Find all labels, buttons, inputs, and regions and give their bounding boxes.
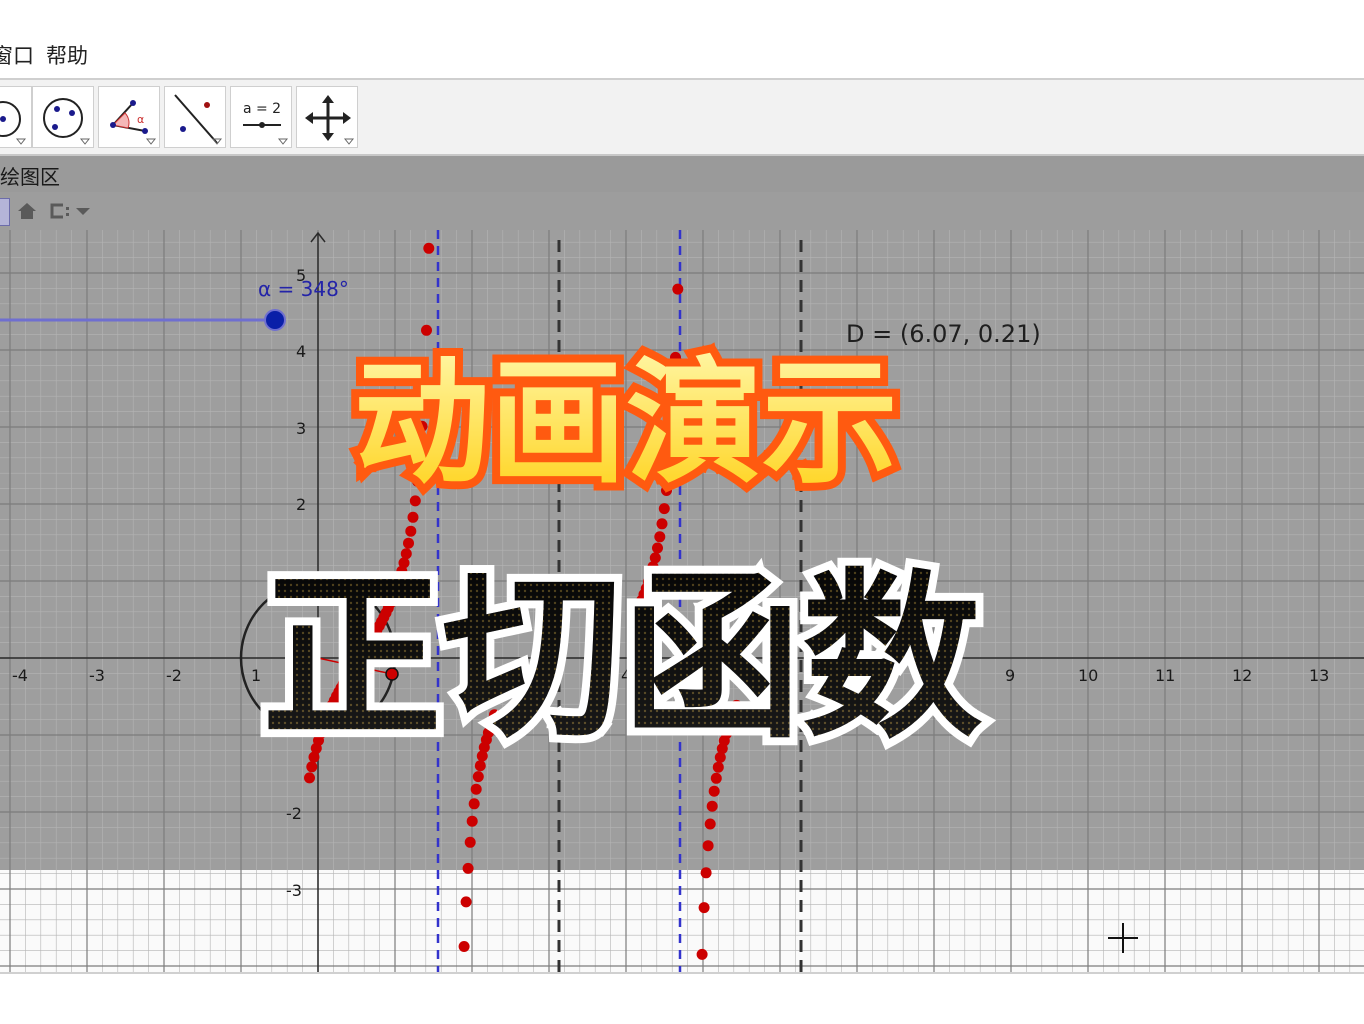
status-bar [0, 972, 1364, 1024]
overlay-title-line2-texture: 正切函数 [262, 552, 982, 763]
overlay-titles: 动画演示 正切函数 正切函数 [254, 335, 990, 771]
overlay-title-line1: 动画演示 [354, 343, 898, 503]
